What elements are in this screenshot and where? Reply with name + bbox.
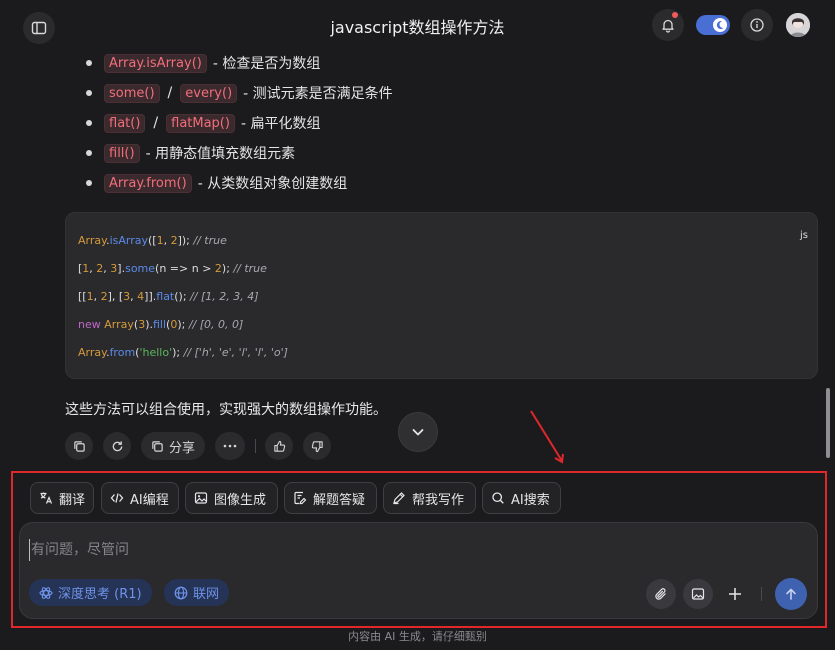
list-item-text: - 扁平化数组 [240,116,321,132]
plus-icon [729,588,741,600]
list-item-text: - 从类数组对象创建数组 [197,176,348,192]
list-item: Array.isArray() - 检查是否为数组 [86,51,320,75]
info-button[interactable] [741,9,773,41]
thumbs-down-icon [311,440,323,452]
list-item-text: - 测试元素是否满足条件 [243,86,393,102]
refresh-icon [112,440,122,451]
list-item: fill() - 用静态值填充数组元素 [86,141,295,165]
inline-code: Array.isArray() [104,53,207,73]
bullet-dot [86,120,92,126]
actions-divider [255,439,256,453]
inline-code: some() [104,83,160,103]
code-icon [110,493,124,503]
ai-coding-label: AI编程 [130,492,169,508]
bullet-dot [86,90,92,96]
globe-icon [174,586,188,599]
share-button[interactable]: 分享 [141,432,205,460]
theme-toggle[interactable] [696,15,730,35]
separator: / [153,115,159,131]
translate-label: 翻译 [59,492,86,508]
annotation-arrow [530,410,564,464]
deep-think-label: 深度思考 (R1) [58,587,142,602]
more-icon [223,444,237,448]
inline-code: every() [180,83,238,103]
web-search-label: 联网 [193,587,220,602]
paperclip-icon [655,588,666,600]
code-line: [[1, 2], [3, 4]].flat(); // [1, 2, 3, 4] [78,290,259,303]
notification-dot [672,12,678,18]
deep-think-toggle[interactable]: 深度思考 (R1) [29,579,152,606]
inline-code: flat() [104,113,146,133]
translate-icon [40,492,53,504]
toggle-knob [713,18,727,32]
chevron-down-icon [412,429,424,436]
code-line: [1, 2, 3].some(n => n > 2); // true [78,262,267,275]
more-button[interactable] [215,432,245,460]
problem-solving-button[interactable]: 解题答疑 [284,482,377,514]
avatar-image [786,13,810,37]
code-line: new Array(3).fill(0); // [0, 0, 0] [78,318,244,331]
scroll-to-bottom-button[interactable] [398,412,438,452]
web-search-toggle[interactable]: 联网 [164,579,230,606]
send-button[interactable] [775,578,807,610]
image-icon [194,492,208,504]
bullet-dot [86,60,92,66]
image-upload-icon [691,588,705,600]
ai-search-label: AI搜索 [511,492,550,508]
input-actions-divider [761,587,762,601]
bell-icon [662,19,674,33]
image-generation-button[interactable]: 图像生成 [185,482,278,514]
code-line: Array.isArray([1, 2]); // true [78,234,227,247]
code-block: js Array.isArray([1, 2]); // true [1, 2,… [65,212,818,379]
copy-icon [73,440,85,452]
regenerate-button[interactable] [103,432,131,460]
writing-help-label: 帮我写作 [412,492,465,508]
search-icon [492,492,504,504]
moon-icon [716,21,724,30]
ai-coding-button[interactable]: AI编程 [101,482,179,514]
notification-button[interactable] [652,9,684,41]
info-icon [750,18,764,32]
problem-solving-label: 解题答疑 [313,492,366,508]
edit-icon [294,491,307,505]
list-item: some() / every() - 测试元素是否满足条件 [86,81,393,105]
list-item-text: - 用静态值填充数组元素 [145,146,296,162]
separator: / [167,85,173,101]
summary-text: 这些方法可以组合使用，实现强大的数组操作功能。 [65,402,387,418]
code-language-label: js [800,230,808,241]
arrow-up-icon [786,588,796,600]
ai-disclaimer: 内容由 AI 生成，请仔细甄别 [348,630,487,643]
share-label: 分享 [168,440,195,456]
like-button[interactable] [265,432,293,460]
avatar[interactable] [786,13,810,37]
inline-code: flatMap() [166,113,235,133]
pen-icon [393,492,405,505]
copy-button[interactable] [65,432,93,460]
attach-file-button[interactable] [646,579,676,609]
thumbs-up-icon [273,440,285,452]
list-item: flat() / flatMap() - 扁平化数组 [86,111,320,135]
scrollbar-thumb[interactable] [826,388,830,458]
image-generation-label: 图像生成 [214,492,267,508]
inline-code: fill() [104,143,140,163]
bullet-dot [86,150,92,156]
inline-code: Array.from() [104,173,192,193]
writing-help-button[interactable]: 帮我写作 [383,482,476,514]
list-item: Array.from() - 从类数组对象创建数组 [86,171,347,195]
translate-button[interactable]: 翻译 [30,482,94,514]
atom-icon [39,586,53,599]
code-line: Array.from('hello'); // ['h', 'e', 'l', … [78,346,288,359]
share-icon [152,440,163,452]
dislike-button[interactable] [303,432,331,460]
bullet-dot [86,180,92,186]
upload-image-button[interactable] [683,579,713,609]
chat-input[interactable] [29,539,729,561]
ai-search-button[interactable]: AI搜索 [482,482,561,514]
list-item-text: - 检查是否为数组 [212,56,321,72]
add-button[interactable] [722,581,748,607]
